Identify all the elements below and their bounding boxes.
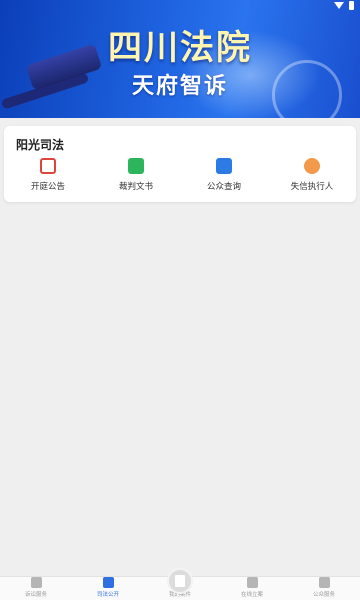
- header-banner: 四川法院 天府智诉: [0, 0, 360, 118]
- nav-label: 司法公开: [96, 592, 119, 598]
- nav-online-filing[interactable]: 在线立案: [216, 577, 288, 600]
- banner-title: 四川法院: [108, 28, 252, 68]
- court-notice-button[interactable]: 开庭公告: [4, 156, 92, 196]
- nav-my-cases[interactable]: 我的案件: [144, 568, 216, 600]
- judgment-document-button[interactable]: 裁判文书: [92, 156, 180, 196]
- judgment-document-icon: [128, 158, 144, 174]
- dishonest-debtor-icon: [304, 158, 320, 174]
- nav-label: 在线立案: [240, 592, 263, 598]
- app-screen: 四川法院 天府智诉 阳光司法 开庭公告 裁判文书 公众查询 失信执行人 诉讼服务…: [0, 0, 360, 600]
- banner-subtitle: 天府智诉: [131, 74, 228, 99]
- battery-icon: [349, 0, 354, 10]
- box-icon: [318, 577, 330, 588]
- public-search-button[interactable]: 公众查询: [180, 156, 268, 196]
- dishonest-debtor-label: 失信执行人: [290, 182, 334, 192]
- news-icon: [102, 577, 114, 588]
- case-file-icon: [167, 568, 193, 594]
- judgment-document-label: 裁判文书: [118, 182, 153, 192]
- sunshine-grid: 开庭公告 裁判文书 公众查询 失信执行人: [4, 156, 356, 196]
- sunshine-justice-card: 阳光司法 开庭公告 裁判文书 公众查询 失信执行人: [4, 126, 356, 202]
- public-search-icon: [216, 158, 232, 174]
- bottom-nav: 诉讼服务 司法公开 我的案件 在线立案 公众服务: [0, 568, 360, 600]
- nav-litigation-service[interactable]: 诉讼服务: [0, 577, 72, 600]
- status-bar: [334, 0, 354, 10]
- file-icon: [246, 577, 258, 588]
- nav-public-service[interactable]: 公众服务: [288, 577, 360, 600]
- court-notice-icon: [40, 158, 56, 174]
- public-search-label: 公众查询: [206, 182, 241, 192]
- nav-label: 公众服务: [312, 592, 335, 598]
- nav-label: 诉讼服务: [24, 592, 47, 598]
- nav-judicial-openness[interactable]: 司法公开: [72, 577, 144, 600]
- dishonest-debtor-button[interactable]: 失信执行人: [268, 156, 356, 196]
- gavel-icon: [30, 577, 42, 588]
- court-notice-label: 开庭公告: [30, 182, 65, 192]
- card-title: 阳光司法: [16, 138, 65, 152]
- wifi-icon: [334, 1, 344, 9]
